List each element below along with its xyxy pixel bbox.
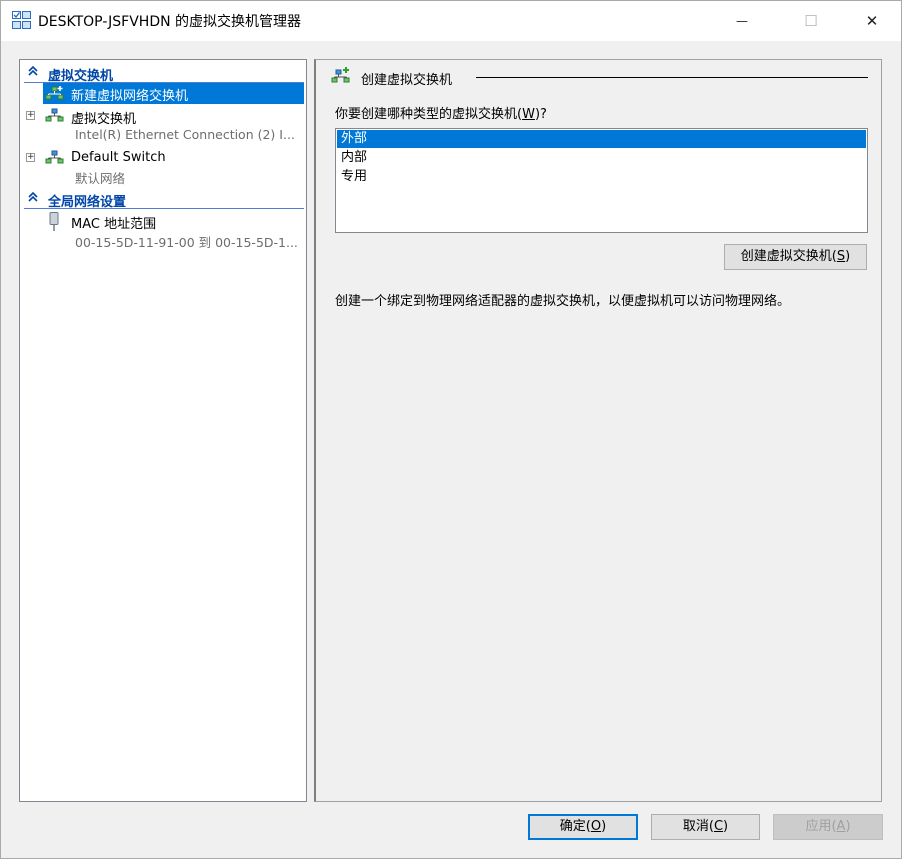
- collapse-icon: [28, 65, 38, 76]
- tree-item-switch1-adapter: Intel(R) Ethernet Connection (2) I...: [75, 127, 295, 142]
- tree-item-mac-range-value: 00-15-5D-11-91-00 到 00-15-5D-1...: [75, 235, 298, 250]
- tree-item-new-switch[interactable]: 新建虚拟网络交换机: [43, 83, 304, 104]
- tree-item-switch1[interactable]: 虚拟交换机: [71, 108, 136, 127]
- section-global-network-settings[interactable]: 全局网络设置: [24, 189, 304, 210]
- network-switch-icon: [45, 108, 64, 122]
- switch-type-description: 创建一个绑定到物理网络适配器的虚拟交换机，以便虚拟机可以访问物理网络。: [335, 294, 791, 309]
- tree-item-default-switch-desc: 默认网络: [75, 171, 126, 186]
- switch-manager-window: DESKTOP-JSFVHDN 的虚拟交换机管理器 — ☐ ✕ 虚拟交换机 新建…: [0, 0, 902, 859]
- new-switch-icon: [45, 86, 64, 100]
- switch-type-question: 你要创建哪种类型的虚拟交换机(W)?: [335, 107, 547, 122]
- switch-type-listbox[interactable]: 外部 内部 专用: [335, 128, 868, 233]
- maximize-icon: ☐: [804, 12, 818, 30]
- ok-button[interactable]: 确定(O): [528, 814, 638, 840]
- minimize-button[interactable]: —: [719, 1, 765, 41]
- mac-address-icon: [49, 212, 59, 231]
- collapse-icon: [28, 191, 38, 202]
- minimize-icon: —: [736, 14, 748, 28]
- cancel-button[interactable]: 取消(C): [651, 814, 760, 840]
- section-label: 虚拟交换机: [48, 69, 114, 84]
- tree-item-label: 新建虚拟网络交换机: [71, 89, 189, 104]
- tree-item-default-switch[interactable]: Default Switch: [71, 150, 166, 165]
- app-icon: [12, 11, 31, 29]
- expand-icon[interactable]: +: [26, 111, 35, 120]
- create-virtual-switch-button[interactable]: 创建虚拟交换机(S): [724, 244, 867, 270]
- close-button[interactable]: ✕: [849, 1, 895, 41]
- create-switch-icon: [331, 67, 350, 83]
- switch-type-option[interactable]: 专用: [337, 168, 866, 186]
- panel-title-divider: [476, 77, 868, 78]
- section-virtual-switches[interactable]: 虚拟交换机: [24, 63, 304, 84]
- tree-item-mac-range[interactable]: MAC 地址范围: [71, 213, 156, 232]
- switch-tree[interactable]: 虚拟交换机 新建虚拟网络交换机 + 虚拟交换机 Intel(R) Etherne…: [19, 59, 307, 802]
- detail-pane: 创建虚拟交换机 你要创建哪种类型的虚拟交换机(W)? 外部 内部 专用 创建虚拟…: [314, 59, 882, 802]
- section-label: 全局网络设置: [48, 195, 127, 210]
- network-switch-icon: [45, 150, 64, 164]
- title-bar[interactable]: DESKTOP-JSFVHDN 的虚拟交换机管理器 — ☐ ✕: [1, 1, 901, 41]
- window-title: DESKTOP-JSFVHDN 的虚拟交换机管理器: [38, 14, 302, 30]
- panel-title: 创建虚拟交换机: [361, 73, 453, 88]
- switch-type-option[interactable]: 外部: [337, 130, 866, 148]
- expand-icon[interactable]: +: [26, 153, 35, 162]
- close-icon: ✕: [865, 12, 879, 30]
- apply-button[interactable]: 应用(A): [773, 814, 883, 840]
- switch-type-option[interactable]: 内部: [337, 149, 866, 167]
- maximize-button[interactable]: ☐: [788, 1, 834, 41]
